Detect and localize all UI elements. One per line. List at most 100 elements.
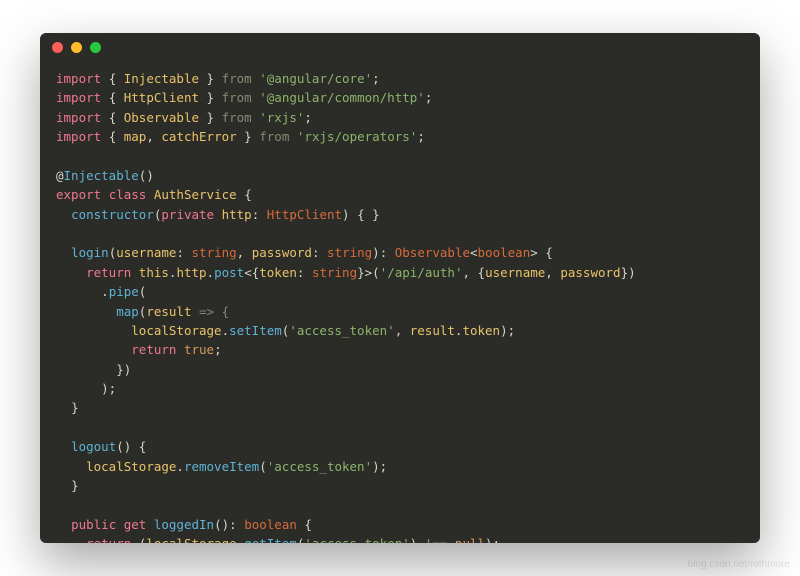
punct: ;	[214, 342, 222, 357]
minimize-icon[interactable]	[71, 42, 82, 53]
punct: );	[372, 459, 387, 474]
identifier: localStorage	[86, 459, 176, 474]
fn: login	[71, 245, 109, 260]
type: string	[327, 245, 372, 260]
punct: (	[139, 284, 147, 299]
kw-return: return	[86, 265, 131, 280]
kw-import: import	[56, 129, 101, 144]
fn: constructor	[71, 207, 154, 222]
punct: <{	[244, 265, 259, 280]
identifier: Observable	[124, 110, 199, 125]
fn: removeItem	[184, 459, 259, 474]
brace: {	[244, 187, 252, 202]
prop: token	[259, 265, 297, 280]
const: true	[184, 342, 214, 357]
code-editor[interactable]: import { Injectable } from '@angular/cor…	[40, 61, 760, 543]
type: boolean	[478, 245, 531, 260]
punct: ;	[304, 110, 312, 125]
punct: .	[176, 459, 184, 474]
kw-import: import	[56, 90, 101, 105]
punct: );	[101, 381, 116, 396]
classname: AuthService	[154, 187, 237, 202]
fn: map	[116, 304, 139, 319]
brace: }	[199, 90, 214, 105]
kw-import: import	[56, 110, 101, 125]
punct: <	[470, 245, 478, 260]
kw-public: public	[71, 517, 116, 532]
identifier: catchError	[161, 129, 236, 144]
identifier: Injectable	[124, 71, 199, 86]
punct: ,	[237, 245, 252, 260]
brace: }	[71, 400, 79, 415]
brace: {	[109, 71, 124, 86]
type: HttpClient	[267, 207, 342, 222]
kw-class: class	[109, 187, 147, 202]
punct: () {	[116, 439, 146, 454]
punct: ;	[425, 90, 433, 105]
brace: }	[199, 110, 214, 125]
identifier: localStorage	[146, 536, 236, 543]
punct: :	[297, 265, 312, 280]
string: 'rxjs'	[259, 110, 304, 125]
punct: :	[312, 245, 327, 260]
string: 'access_token'	[289, 323, 394, 338]
op: !==	[417, 536, 455, 543]
prop: token	[462, 323, 500, 338]
annotation: Injectable	[64, 168, 139, 183]
param: http	[222, 207, 252, 222]
arrow: => {	[191, 304, 229, 319]
string: 'rxjs/operators'	[297, 129, 417, 144]
brace: {	[297, 517, 312, 532]
identifier: HttpClient	[124, 90, 199, 105]
fn: logout	[71, 439, 116, 454]
string: '@angular/common/http'	[259, 90, 425, 105]
punct: , {	[462, 265, 485, 280]
kw-from: from	[259, 129, 289, 144]
punct: ,	[395, 323, 410, 338]
type: boolean	[244, 517, 297, 532]
punct: > {	[530, 245, 553, 260]
string: 'access_token'	[304, 536, 409, 543]
param: result	[146, 304, 191, 319]
punct: }>(	[357, 265, 380, 280]
kw-return: return	[86, 536, 131, 543]
kw-private: private	[161, 207, 214, 222]
punct: ):	[372, 245, 395, 260]
kw-import: import	[56, 71, 101, 86]
brace: }	[199, 71, 214, 86]
identifier: localStorage	[131, 323, 221, 338]
punct: ;	[417, 129, 425, 144]
identifier: password	[560, 265, 620, 280]
brace: {	[109, 129, 124, 144]
punct: .	[222, 323, 230, 338]
watermark: blog.csdn.net/rothmore	[688, 559, 790, 570]
string: '@angular/core'	[259, 71, 372, 86]
at: @	[56, 168, 64, 183]
null: null	[455, 536, 485, 543]
identifier: result	[410, 323, 455, 338]
kw-from: from	[222, 71, 252, 86]
kw-return: return	[131, 342, 176, 357]
punct: );	[485, 536, 500, 543]
type: string	[192, 245, 237, 260]
brace: {	[109, 110, 124, 125]
string: '/api/auth'	[380, 265, 463, 280]
kw-export: export	[56, 187, 101, 202]
this: this	[139, 265, 169, 280]
prop: http	[176, 265, 206, 280]
punct: ,	[146, 129, 161, 144]
punct: })	[621, 265, 636, 280]
close-icon[interactable]	[52, 42, 63, 53]
punct: .	[101, 284, 109, 299]
punct: ) { }	[342, 207, 380, 222]
zoom-icon[interactable]	[90, 42, 101, 53]
punct: ():	[214, 517, 244, 532]
type: Observable	[395, 245, 470, 260]
punct: );	[500, 323, 515, 338]
kw-from: from	[222, 110, 252, 125]
param: password	[252, 245, 312, 260]
brace: {	[109, 90, 124, 105]
punct: })	[116, 362, 131, 377]
identifier: username	[485, 265, 545, 280]
punct: ;	[372, 71, 380, 86]
